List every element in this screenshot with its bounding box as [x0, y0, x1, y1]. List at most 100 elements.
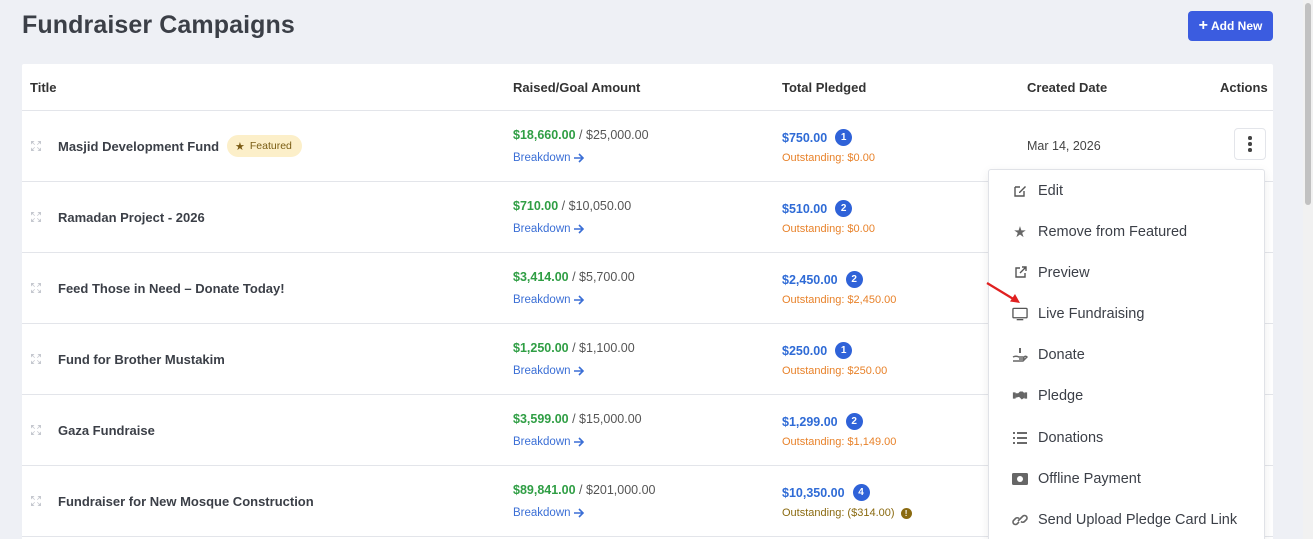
header-actions: Actions	[1220, 80, 1268, 95]
pledged-amount[interactable]: $750.00	[782, 131, 827, 145]
drag-handle-icon[interactable]	[30, 424, 42, 436]
total-pledged: $250.00 1	[782, 342, 853, 359]
menu-item-edit[interactable]: Edit	[989, 170, 1264, 211]
drag-handle-icon[interactable]	[30, 282, 42, 294]
menu-item-donate[interactable]: Donate	[989, 334, 1264, 375]
campaign-title[interactable]: Feed Those in Need – Donate Today!	[58, 281, 285, 296]
drag-handle-icon[interactable]	[30, 211, 42, 223]
goal-amount: / $1,100.00	[572, 341, 635, 355]
campaign-title[interactable]: Masjid Development Fund	[58, 139, 219, 154]
raised-goal-amount: $710.00 / $10,050.00	[513, 199, 631, 213]
goal-amount: / $5,700.00	[572, 270, 635, 284]
drag-handle-icon[interactable]	[30, 140, 42, 152]
handshake-icon	[1012, 388, 1028, 404]
menu-item-label: Pledge	[1038, 387, 1084, 404]
raised-amount: $710.00	[513, 199, 559, 213]
breakdown-label: Breakdown	[513, 294, 571, 306]
created-date: Mar 14, 2026	[1027, 139, 1101, 153]
header-raised-goal[interactable]: Raised/Goal Amount	[513, 80, 640, 95]
breakdown-link[interactable]: Breakdown	[513, 507, 585, 519]
pledge-count-badge: 1	[835, 342, 853, 359]
menu-item-label: Remove from Featured	[1038, 223, 1188, 240]
pledge-count-badge: 2	[845, 271, 863, 288]
total-pledged: $10,350.00 4	[782, 484, 870, 501]
outstanding-amount: Outstanding: $0.00	[782, 152, 875, 164]
header-total-pledged[interactable]: Total Pledged	[782, 80, 866, 95]
breakdown-label: Breakdown	[513, 507, 571, 519]
goal-amount: / $25,000.00	[579, 128, 649, 142]
scrollbar-thumb[interactable]	[1305, 3, 1311, 205]
goal-amount: / $15,000.00	[572, 412, 642, 426]
total-pledged: $2,450.00 2	[782, 271, 863, 288]
pledged-amount[interactable]: $2,450.00	[782, 273, 838, 287]
drag-handle-icon[interactable]	[30, 495, 42, 507]
scrollbar[interactable]	[1303, 0, 1313, 539]
pledged-amount[interactable]: $1,299.00	[782, 415, 838, 429]
raised-goal-amount: $89,841.00 / $201,000.00	[513, 483, 656, 497]
menu-item-label: Donations	[1038, 429, 1104, 446]
menu-item-pledge[interactable]: Pledge	[989, 375, 1264, 416]
header-title[interactable]: Title	[30, 80, 57, 95]
total-pledged: $750.00 1	[782, 129, 853, 146]
breakdown-link[interactable]: Breakdown	[513, 152, 585, 164]
star-icon: ★	[235, 140, 245, 153]
arrow-right-icon	[573, 508, 584, 518]
outstanding-amount: Outstanding: $0.00	[782, 223, 875, 235]
raised-amount: $18,660.00	[513, 128, 576, 142]
menu-item-live-fundraising[interactable]: Live Fundraising	[989, 293, 1264, 334]
outstanding-amount: Outstanding: $1,149.00	[782, 436, 897, 448]
outstanding-amount: Outstanding: $250.00	[782, 365, 888, 377]
outstanding-amount: Outstanding: ($314.00)!	[782, 507, 912, 519]
arrow-right-icon	[573, 153, 584, 163]
link-icon	[1012, 512, 1028, 528]
pledge-count-badge: 2	[845, 413, 863, 430]
external-link-icon	[1012, 265, 1028, 281]
table-header: Title Raised/Goal Amount Total Pledged C…	[22, 64, 1273, 111]
pledged-amount[interactable]: $10,350.00	[782, 486, 845, 500]
menu-item-label: Preview	[1038, 264, 1090, 281]
menu-item-offline-payment[interactable]: Offline Payment	[989, 458, 1264, 499]
breakdown-link[interactable]: Breakdown	[513, 365, 585, 377]
outstanding-amount: Outstanding: $2,450.00	[782, 294, 897, 306]
menu-item-label: Edit	[1038, 182, 1063, 199]
breakdown-label: Breakdown	[513, 152, 571, 164]
breakdown-label: Breakdown	[513, 365, 571, 377]
add-new-button[interactable]: + Add New	[1188, 11, 1273, 41]
info-icon[interactable]: !	[900, 507, 912, 519]
breakdown-link[interactable]: Breakdown	[513, 294, 585, 306]
raised-goal-amount: $18,660.00 / $25,000.00	[513, 128, 649, 142]
monitor-icon	[1012, 306, 1028, 322]
menu-item-send-upload-pledge-card-link[interactable]: Send Upload Pledge Card Link	[989, 499, 1264, 539]
breakdown-link[interactable]: Breakdown	[513, 223, 585, 235]
raised-goal-amount: $1,250.00 / $1,100.00	[513, 341, 635, 355]
actions-dropdown-menu: Edit ★ Remove from Featured Preview Live…	[988, 169, 1265, 539]
add-new-label: Add New	[1211, 19, 1263, 33]
pledge-count-badge: 1	[835, 129, 853, 146]
pledge-count-badge: 2	[835, 200, 853, 217]
page-header: Fundraiser Campaigns + Add New	[22, 0, 1273, 58]
raised-amount: $1,250.00	[513, 341, 569, 355]
menu-item-preview[interactable]: Preview	[989, 252, 1264, 293]
total-pledged: $1,299.00 2	[782, 413, 863, 430]
breakdown-link[interactable]: Breakdown	[513, 436, 585, 448]
pledged-amount[interactable]: $250.00	[782, 344, 827, 358]
drag-handle-icon[interactable]	[30, 353, 42, 365]
header-created-date[interactable]: Created Date	[1027, 80, 1107, 95]
raised-goal-amount: $3,599.00 / $15,000.00	[513, 412, 642, 426]
pledged-amount[interactable]: $510.00	[782, 202, 827, 216]
menu-item-label: Offline Payment	[1038, 470, 1141, 487]
campaign-title[interactable]: Fundraiser for New Mosque Construction	[58, 494, 314, 509]
goal-amount: / $10,050.00	[561, 199, 632, 213]
campaign-title[interactable]: Fund for Brother Mustakim	[58, 352, 225, 367]
campaign-title[interactable]: Ramadan Project - 2026	[58, 210, 205, 225]
pledge-count-badge: 4	[852, 484, 870, 501]
arrow-right-icon	[573, 437, 584, 447]
actions-menu-button[interactable]	[1234, 128, 1266, 160]
featured-label: Featured	[249, 140, 292, 152]
page-title: Fundraiser Campaigns	[22, 11, 295, 39]
campaign-title[interactable]: Gaza Fundraise	[58, 423, 155, 438]
menu-item-donations[interactable]: Donations	[989, 417, 1264, 458]
edit-icon	[1012, 183, 1028, 199]
arrow-right-icon	[573, 295, 584, 305]
menu-item-remove-featured[interactable]: ★ Remove from Featured	[989, 211, 1264, 252]
